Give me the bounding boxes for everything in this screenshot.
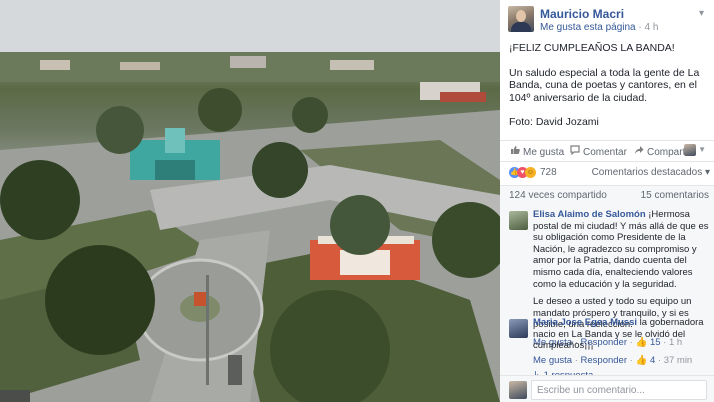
liked-page-link[interactable]: Me gusta esta página — [540, 22, 636, 33]
haha-reaction-icon[interactable]: ☺ — [525, 167, 536, 178]
commenter-avatar[interactable] — [509, 319, 528, 338]
current-user-avatar — [509, 381, 527, 399]
post-side-panel: Mauricio Macri Me gusta esta página · 4 … — [500, 0, 714, 402]
comment-like-count[interactable]: 4 — [650, 355, 655, 366]
thumbs-up-icon: 👍 — [635, 354, 648, 366]
comment-sort-dropdown[interactable]: Comentarios destacados ▾ — [592, 167, 710, 178]
stats-bar: 124 veces compartido 15 comentarios — [500, 185, 714, 205]
commenter-name[interactable]: Maria Jose Egea Mussi — [533, 317, 637, 328]
post-title: ¡FELIZ CUMPLEAÑOS LA BANDA! — [509, 42, 675, 54]
post-photo[interactable] — [0, 0, 500, 402]
post-text: ¡FELIZ CUMPLEAÑOS LA BANDA! Un saludo es… — [509, 42, 707, 141]
share-as-avatar[interactable] — [684, 144, 696, 156]
comment-text: ¡Hermosa postal de mi ciudad! Y más allá… — [533, 209, 709, 290]
post-header: Mauricio Macri Me gusta esta página · 4 … — [508, 6, 708, 36]
commenter-name[interactable]: Elisa Alaimo de Salomón — [533, 209, 646, 220]
comment-meta: Me gusta · Responder · 👍 4 · 37 min — [533, 354, 693, 366]
reaction-count[interactable]: 728 — [540, 167, 557, 178]
post-meta: Me gusta esta página · 4 h — [540, 22, 659, 33]
share-count[interactable]: 124 veces compartido — [509, 190, 607, 201]
photo-credit: Foto: David Jozami — [509, 116, 599, 128]
comment-list: Elisa Alaimo de Salomón ¡Hermosa postal … — [500, 205, 714, 381]
comment-count[interactable]: 15 comentarios — [641, 190, 709, 201]
comment-input[interactable] — [531, 380, 707, 400]
share-arrow-icon — [633, 145, 644, 158]
author-name[interactable]: Mauricio Macri — [540, 7, 624, 21]
post-options-icon[interactable]: ▾ — [699, 8, 704, 19]
comment-button[interactable]: Comentar — [569, 145, 627, 158]
comment-composer — [500, 375, 714, 402]
thumbs-up-icon — [509, 145, 520, 158]
author-avatar[interactable] — [508, 6, 534, 32]
comment-reply-button[interactable]: Responder — [581, 355, 627, 366]
reactions-bar: 👍 ♥ ☺ 728 Comentarios destacados ▾ — [500, 161, 714, 183]
share-button[interactable]: Compartir — [633, 145, 691, 158]
speech-bubble-icon — [569, 145, 580, 158]
post-time[interactable]: 4 h — [645, 22, 659, 33]
action-bar: Me gusta Comentar Compartir ▼ — [500, 140, 714, 160]
post-body: Un saludo especial a toda la gente de La… — [509, 66, 700, 104]
comment-like-button[interactable]: Me gusta — [533, 355, 572, 366]
chevron-down-icon[interactable]: ▼ — [698, 145, 706, 154]
comment-time[interactable]: 37 min — [664, 355, 693, 366]
like-button[interactable]: Me gusta — [509, 145, 564, 158]
town-square-photo — [0, 0, 500, 402]
commenter-avatar[interactable] — [509, 211, 528, 230]
